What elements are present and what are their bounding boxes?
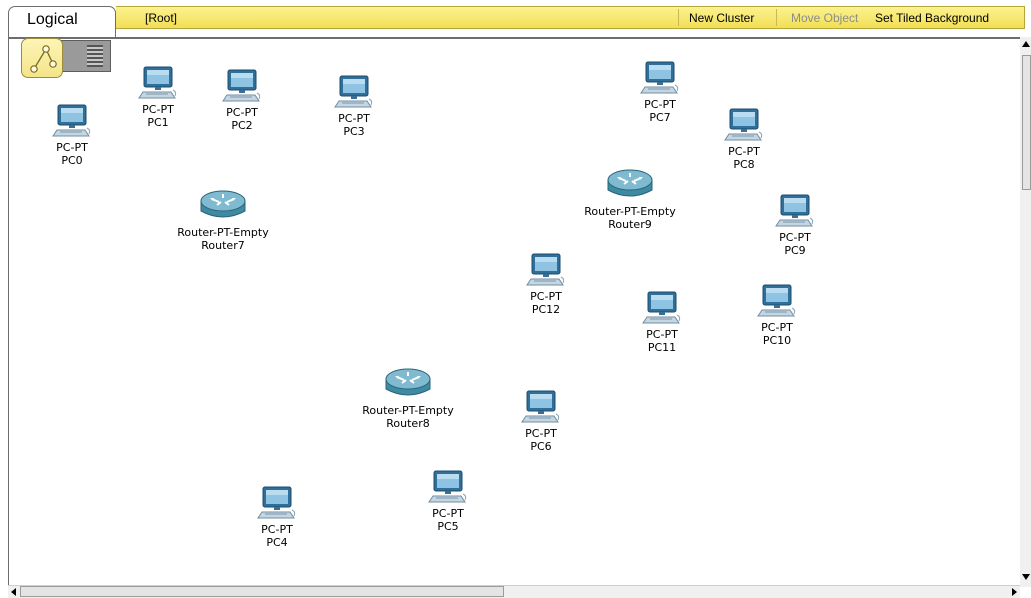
device-type: PC-PT xyxy=(530,290,562,303)
pc-icon xyxy=(329,75,379,112)
device-type: PC-PT xyxy=(646,328,678,341)
pc-device[interactable]: PC-PT PC6 xyxy=(516,390,566,453)
device-type: PC-PT xyxy=(525,427,557,440)
device-type: Router-PT-Empty xyxy=(362,404,454,417)
pc-device[interactable]: PC-PT PC4 xyxy=(252,486,302,549)
scroll-down-arrow-icon[interactable] xyxy=(1022,574,1030,580)
move-object-button[interactable]: Move Object xyxy=(791,11,858,25)
pc-icon xyxy=(516,390,566,427)
device-name: PC3 xyxy=(343,125,365,138)
pc-device[interactable]: PC-PT PC10 xyxy=(752,284,802,347)
device-type: PC-PT xyxy=(261,523,293,536)
toolbar-separator xyxy=(678,9,679,26)
pc-device[interactable]: PC-PT PC9 xyxy=(770,194,820,257)
device-name: PC4 xyxy=(266,536,288,549)
device-name: PC9 xyxy=(784,244,806,257)
top-toolbar: Logical [Root] New Cluster Move Object S… xyxy=(0,0,1031,38)
device-type: Router-PT-Empty xyxy=(584,205,676,218)
device-name: PC8 xyxy=(733,158,755,171)
vertical-scroll-thumb[interactable] xyxy=(1022,55,1031,190)
pc-icon xyxy=(521,253,571,290)
device-name: Router8 xyxy=(386,417,430,430)
pc-device[interactable]: PC-PT PC7 xyxy=(635,61,685,124)
pc-device[interactable]: PC-PT PC0 xyxy=(47,104,97,167)
pc-device[interactable]: PC-PT PC12 xyxy=(521,253,571,316)
device-name: Router7 xyxy=(201,239,245,252)
scroll-up-arrow-icon[interactable] xyxy=(1022,41,1030,47)
device-name: PC0 xyxy=(61,154,83,167)
back-cluster-icon xyxy=(59,40,111,72)
cluster-nav-icon[interactable] xyxy=(21,38,111,78)
scroll-left-arrow-icon[interactable] xyxy=(11,588,16,596)
device-name: PC10 xyxy=(762,334,792,347)
pc-device[interactable]: PC-PT PC8 xyxy=(719,108,769,171)
tab-logical-label: Logical xyxy=(27,11,78,28)
device-type: PC-PT xyxy=(56,141,88,154)
device-name: PC11 xyxy=(647,341,677,354)
pc-icon xyxy=(252,486,302,523)
router-icon xyxy=(348,367,468,404)
router-device[interactable]: Router-PT-Empty Router8 xyxy=(348,367,468,430)
device-type: PC-PT xyxy=(338,112,370,125)
pc-device[interactable]: PC-PT PC2 xyxy=(217,69,267,132)
device-type: PC-PT xyxy=(226,106,258,119)
toolbar-separator xyxy=(776,9,777,26)
device-type: PC-PT xyxy=(779,231,811,244)
router-device[interactable]: Router-PT-Empty Router7 xyxy=(163,189,283,252)
pc-icon xyxy=(47,104,97,141)
pc-device[interactable]: PC-PT PC1 xyxy=(133,66,183,129)
router-device[interactable]: Router-PT-Empty Router9 xyxy=(570,168,690,231)
pc-device[interactable]: PC-PT PC5 xyxy=(423,470,473,533)
pc-icon xyxy=(637,291,687,328)
device-name: PC5 xyxy=(437,520,459,533)
navigation-icon xyxy=(21,38,63,78)
router-icon xyxy=(570,168,690,205)
horizontal-scroll-thumb[interactable] xyxy=(20,586,504,597)
set-tiled-background-button[interactable]: Set Tiled Background xyxy=(875,11,989,25)
device-name: PC12 xyxy=(531,303,561,316)
device-type: PC-PT xyxy=(142,103,174,116)
pc-device[interactable]: PC-PT PC3 xyxy=(329,75,379,138)
device-type: PC-PT xyxy=(432,507,464,520)
device-name: PC7 xyxy=(649,111,671,124)
router-icon xyxy=(163,189,283,226)
scroll-right-arrow-icon[interactable] xyxy=(1012,588,1017,596)
device-type: PC-PT xyxy=(644,98,676,111)
device-name: PC6 xyxy=(530,440,552,453)
device-type: PC-PT xyxy=(728,145,760,158)
pc-icon xyxy=(752,284,802,321)
root-breadcrumb[interactable]: [Root] xyxy=(145,11,177,25)
pc-device[interactable]: PC-PT PC11 xyxy=(637,291,687,354)
device-name: Router9 xyxy=(608,218,652,231)
pc-icon xyxy=(635,61,685,98)
device-type: Router-PT-Empty xyxy=(177,226,269,239)
device-type: PC-PT xyxy=(761,321,793,334)
pc-icon xyxy=(217,69,267,106)
device-name: PC2 xyxy=(231,119,253,132)
new-cluster-button[interactable]: New Cluster xyxy=(689,11,754,25)
tab-logical[interactable]: Logical xyxy=(8,6,116,37)
pc-icon xyxy=(770,194,820,231)
pc-icon xyxy=(719,108,769,145)
pc-icon xyxy=(133,66,183,103)
device-name: PC1 xyxy=(147,116,169,129)
pc-icon xyxy=(423,470,473,507)
